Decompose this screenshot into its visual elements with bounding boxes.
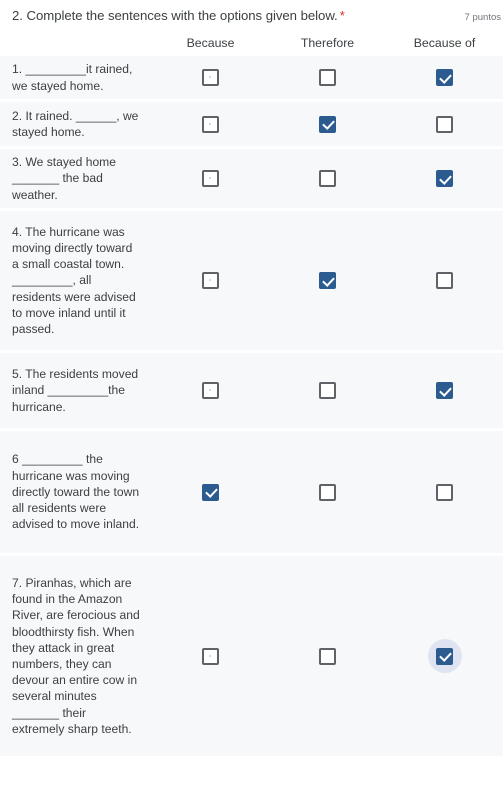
checkbox-wrapper[interactable] (428, 162, 462, 196)
checkbox-checked-icon[interactable] (319, 115, 336, 133)
row-cells (152, 556, 503, 756)
points-label: 7 puntos (464, 12, 501, 23)
checkbox-unchecked-icon[interactable] (202, 170, 219, 187)
checkbox-unchecked-icon[interactable] (202, 272, 219, 289)
row-label: 7. Piranhas, which are found in the Amaz… (12, 575, 140, 736)
table-row: 2. It rained. ______, we stayed home. (0, 102, 503, 149)
checkbox-unchecked-icon[interactable] (202, 647, 219, 665)
checkbox-unchecked-icon[interactable] (436, 483, 453, 501)
cell-therefore[interactable] (269, 162, 386, 196)
checkbox-wrapper[interactable] (311, 61, 345, 95)
table-row: 6 _________ the hurricane was moving dir… (0, 431, 503, 556)
required-asterisk: * (339, 8, 345, 23)
checkbox-checked-icon[interactable] (436, 647, 453, 665)
row-label: 6 _________ the hurricane was moving dir… (12, 452, 140, 532)
checkbox-wrapper[interactable] (428, 374, 462, 408)
checkbox-wrapper[interactable] (428, 61, 462, 95)
checkbox-checked-icon[interactable] (436, 170, 453, 187)
checkbox-wrapper[interactable] (311, 264, 345, 298)
column-header-therefore: Therefore (300, 36, 355, 50)
cell-because[interactable] (152, 475, 269, 509)
question-title-text: 2. Complete the sentences with the optio… (12, 8, 338, 23)
row-label: 4. The hurricane was moving directly tow… (12, 224, 136, 336)
checkbox-wrapper[interactable] (311, 107, 345, 141)
question-title: 2. Complete the sentences with the optio… (12, 7, 345, 25)
multiple-choice-grid: Because Therefore Because of 1. ________… (0, 30, 503, 756)
cell-therefore[interactable] (269, 264, 386, 298)
checkbox-wrapper[interactable] (311, 162, 345, 196)
checkbox-wrapper[interactable] (194, 374, 228, 408)
cell-because[interactable] (152, 61, 269, 95)
row-label: 3. We stayed home _______ the bad weathe… (12, 155, 116, 202)
checkbox-unchecked-icon[interactable] (319, 647, 336, 665)
checkbox-unchecked-icon[interactable] (436, 272, 453, 289)
checkbox-wrapper-focused[interactable] (427, 639, 462, 673)
checkbox-wrapper[interactable] (428, 475, 462, 509)
cell-because[interactable] (152, 107, 269, 141)
checkbox-checked-icon[interactable] (436, 69, 453, 86)
column-header-because: Because (186, 36, 235, 50)
row-cells (152, 431, 503, 553)
checkbox-checked-icon[interactable] (319, 272, 336, 289)
checkbox-wrapper[interactable] (194, 264, 228, 298)
checkbox-wrapper[interactable] (428, 107, 462, 141)
checkbox-wrapper[interactable] (428, 264, 462, 298)
cell-therefore[interactable] (269, 374, 386, 408)
cell-because[interactable] (152, 264, 269, 298)
row-cells (152, 56, 503, 99)
row-cells (152, 211, 503, 350)
checkbox-wrapper[interactable] (311, 639, 345, 673)
checkbox-unchecked-icon[interactable] (202, 115, 219, 133)
checkbox-unchecked-icon[interactable] (319, 382, 336, 399)
table-row: 7. Piranhas, which are found in the Amaz… (0, 556, 503, 756)
checkbox-wrapper[interactable] (194, 639, 228, 673)
checkbox-unchecked-icon[interactable] (202, 382, 219, 399)
checkbox-wrapper[interactable] (194, 61, 228, 95)
cell-therefore[interactable] (269, 107, 386, 141)
checkbox-wrapper[interactable] (194, 162, 228, 196)
grid-column-headers: Because Therefore Because of (0, 30, 503, 56)
row-cells (152, 353, 503, 428)
cell-because-of[interactable] (386, 639, 503, 673)
row-label: 2. It rained. ______, we stayed home. (12, 108, 139, 139)
checkbox-checked-icon[interactable] (202, 483, 219, 501)
cell-therefore[interactable] (269, 61, 386, 95)
row-cells (152, 102, 503, 146)
cell-because-of[interactable] (386, 475, 503, 509)
checkbox-unchecked-icon[interactable] (202, 69, 219, 86)
checkbox-wrapper[interactable] (311, 374, 345, 408)
cell-because[interactable] (152, 374, 269, 408)
table-row: 3. We stayed home _______ the bad weathe… (0, 149, 503, 211)
cell-therefore[interactable] (269, 475, 386, 509)
row-label: 5. The residents moved inland _________t… (12, 367, 139, 414)
cell-because-of[interactable] (386, 374, 503, 408)
question-header: 2. Complete the sentences with the optio… (0, 0, 503, 30)
table-row: 1. _________it rained, we stayed home. (0, 56, 503, 102)
checkbox-unchecked-icon[interactable] (319, 483, 336, 501)
cell-because-of[interactable] (386, 107, 503, 141)
checkbox-wrapper[interactable] (194, 475, 228, 509)
checkbox-unchecked-icon[interactable] (436, 115, 453, 133)
checkbox-unchecked-icon[interactable] (319, 170, 336, 187)
table-row: 5. The residents moved inland _________t… (0, 353, 503, 431)
checkbox-wrapper[interactable] (311, 475, 345, 509)
cell-therefore[interactable] (269, 639, 386, 673)
row-label: 1. _________it rained, we stayed home. (12, 62, 133, 93)
checkbox-wrapper[interactable] (194, 107, 228, 141)
cell-because[interactable] (152, 162, 269, 196)
checkbox-checked-icon[interactable] (436, 382, 453, 399)
cell-because-of[interactable] (386, 264, 503, 298)
table-row: 4. The hurricane was moving directly tow… (0, 211, 503, 353)
cell-because[interactable] (152, 639, 269, 673)
cell-because-of[interactable] (386, 61, 503, 95)
column-header-because-of: Because of (413, 36, 476, 50)
checkbox-unchecked-icon[interactable] (319, 69, 336, 86)
row-cells (152, 149, 503, 208)
cell-because-of[interactable] (386, 162, 503, 196)
